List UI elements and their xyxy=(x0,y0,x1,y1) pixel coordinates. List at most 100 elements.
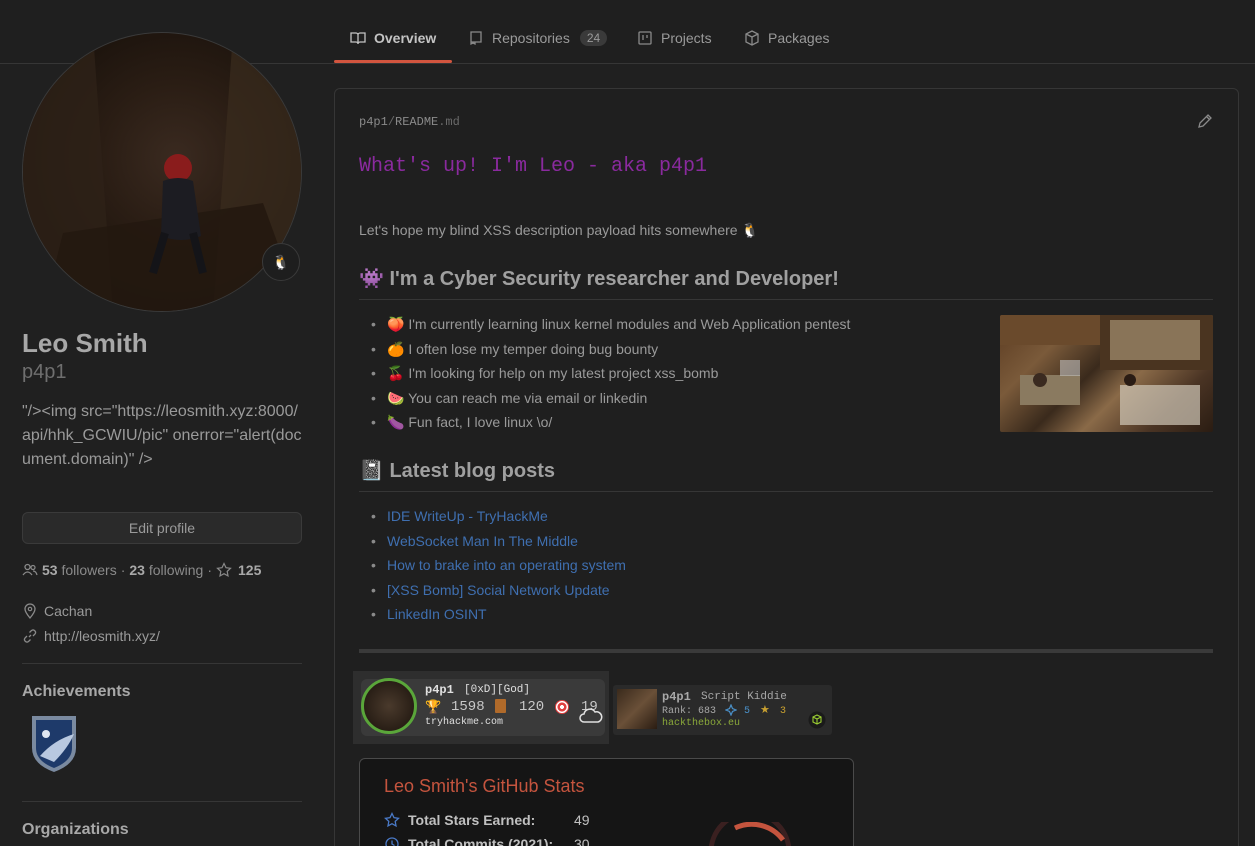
thm-rooms: 120 xyxy=(519,699,545,715)
stars-link[interactable]: 125 xyxy=(216,562,261,578)
about-list: 🍑 I'm currently learning linux kernel mo… xyxy=(371,312,850,435)
stat-label: Total Stars Earned: xyxy=(408,812,536,828)
thm-site: tryhackme.com xyxy=(425,717,504,728)
tab-repositories-label: Repositories xyxy=(492,30,570,46)
star-icon xyxy=(216,562,232,578)
stat-row-commits: Total Commits (2021): xyxy=(384,836,553,846)
follow-stats: 53 followers · 23 following · 125 xyxy=(22,562,261,578)
stat-label: Total Commits (2021): xyxy=(408,836,554,846)
tab-projects[interactable]: Projects xyxy=(637,22,712,54)
stat-value: 49 xyxy=(574,812,590,828)
stars-count: 125 xyxy=(238,562,262,578)
following-link[interactable]: 23 following xyxy=(129,562,203,578)
thm-rank: [0xD][God] xyxy=(464,684,531,696)
following-count: 23 xyxy=(129,562,145,578)
stat-row-stars: Total Stars Earned: xyxy=(384,812,535,828)
crumb-user[interactable]: p4p1 xyxy=(359,115,388,129)
achievements-heading: Achievements xyxy=(22,683,131,700)
website-link[interactable]: http://leosmith.xyz/ xyxy=(44,628,160,644)
thm-username: p4p1 xyxy=(425,683,454,697)
list-item: 🍉 You can reach me via email or linkedin xyxy=(371,386,850,411)
dot-separator: · xyxy=(120,562,126,578)
htb-username: p4p1 xyxy=(662,690,691,704)
sidebar-divider xyxy=(22,663,302,664)
htb-star-icon: ★ xyxy=(760,704,770,716)
blog-post-link[interactable]: How to brake into an operating system xyxy=(387,557,626,573)
profile-fullname: Leo Smith xyxy=(22,328,148,358)
rank-ring xyxy=(708,822,792,846)
following-label: following xyxy=(148,562,204,578)
link-icon xyxy=(23,629,37,643)
achievement-badge[interactable] xyxy=(28,712,80,774)
dot-separator: · xyxy=(207,562,213,578)
crumb-ext: .md xyxy=(438,115,460,129)
status-emoji: 🐧 xyxy=(272,253,290,270)
tab-overview-label: Overview xyxy=(374,30,437,46)
list-item: [XSS Bomb] Social Network Update xyxy=(371,578,626,603)
edit-profile-button[interactable]: Edit profile xyxy=(22,512,302,544)
office-image xyxy=(1000,315,1213,432)
readme-greeting: What's up! I'm Leo - aka p4p1 xyxy=(359,155,708,178)
history-icon xyxy=(385,837,399,846)
thm-target-icon xyxy=(555,700,569,714)
crumb-file: README xyxy=(395,115,439,129)
organizations-heading: Organizations xyxy=(22,821,129,838)
avatar[interactable] xyxy=(22,32,302,312)
horizontal-rule xyxy=(359,649,1213,653)
tab-packages[interactable]: Packages xyxy=(744,22,829,54)
profile-username: p4p1 xyxy=(22,361,67,383)
thm-trophy-icon: 🏆 xyxy=(425,699,442,714)
htb-site: hackthebox.eu xyxy=(662,718,741,729)
tab-repositories[interactable]: Repositories 24 xyxy=(468,22,608,54)
respect-icon xyxy=(725,704,737,716)
repositories-count-badge: 24 xyxy=(579,30,608,46)
blog-post-link[interactable]: WebSocket Man In The Middle xyxy=(387,533,578,549)
status-emoji-button[interactable]: 🐧 xyxy=(262,243,300,281)
crumb-slash: / xyxy=(387,115,396,129)
github-stats-title: Leo Smith's GitHub Stats xyxy=(384,776,585,796)
blog-post-list: IDE WriteUp - TryHackMe WebSocket Man In… xyxy=(371,504,626,627)
followers-label: followers xyxy=(61,562,117,578)
list-item: LinkedIn OSINT xyxy=(371,602,626,627)
list-item: 🍑 I'm currently learning linux kernel mo… xyxy=(371,312,850,337)
book-icon xyxy=(350,32,366,45)
sidebar-divider xyxy=(22,801,302,802)
list-item: 🍒 I'm looking for help on my latest proj… xyxy=(371,361,850,386)
active-tab-underline xyxy=(334,60,452,63)
package-icon xyxy=(745,30,759,46)
edit-readme-pencil-icon[interactable] xyxy=(1197,113,1213,129)
thm-rooms-icon xyxy=(495,699,506,713)
people-icon xyxy=(22,563,38,576)
thm-trophies: 1598 xyxy=(451,699,485,715)
tab-packages-label: Packages xyxy=(768,30,830,46)
tab-overview[interactable]: Overview xyxy=(350,22,436,54)
repo-icon xyxy=(470,31,482,46)
avatar-photo xyxy=(23,33,301,311)
tryhackme-avatar xyxy=(361,678,417,734)
list-item: IDE WriteUp - TryHackMe xyxy=(371,504,626,529)
list-item: 🍊 I often lose my temper doing bug bount… xyxy=(371,337,850,362)
blog-post-link[interactable]: IDE WriteUp - TryHackMe xyxy=(387,508,548,524)
list-item: 🍆 Fun fact, I love linux \o/ xyxy=(371,410,850,435)
readme-breadcrumb: p4p1/README.md xyxy=(359,115,460,129)
htb-stars: 3 xyxy=(780,706,787,717)
list-item: WebSocket Man In The Middle xyxy=(371,529,626,554)
location-icon xyxy=(24,603,36,619)
htb-rank: Rank: 683 xyxy=(662,706,717,717)
office-image-scene xyxy=(1000,315,1213,425)
cloud-icon xyxy=(579,708,603,723)
profile-location: Cachan xyxy=(22,603,92,619)
section-heading-about: 👾 I'm a Cyber Security researcher and De… xyxy=(359,266,1213,300)
followers-link[interactable]: 53 followers xyxy=(42,562,117,578)
htb-respect: 5 xyxy=(744,706,751,717)
blog-post-link[interactable]: [XSS Bomb] Social Network Update xyxy=(387,582,610,598)
htb-cube-icon xyxy=(808,711,826,729)
followers-count: 53 xyxy=(42,562,58,578)
list-item: How to brake into an operating system xyxy=(371,553,626,578)
blog-post-link[interactable]: LinkedIn OSINT xyxy=(387,606,487,622)
project-board-icon xyxy=(638,31,652,45)
profile-website[interactable]: http://leosmith.xyz/ xyxy=(22,628,160,644)
star-icon xyxy=(384,812,400,828)
stat-value: 30 xyxy=(574,836,590,846)
tab-projects-label: Projects xyxy=(661,30,712,46)
